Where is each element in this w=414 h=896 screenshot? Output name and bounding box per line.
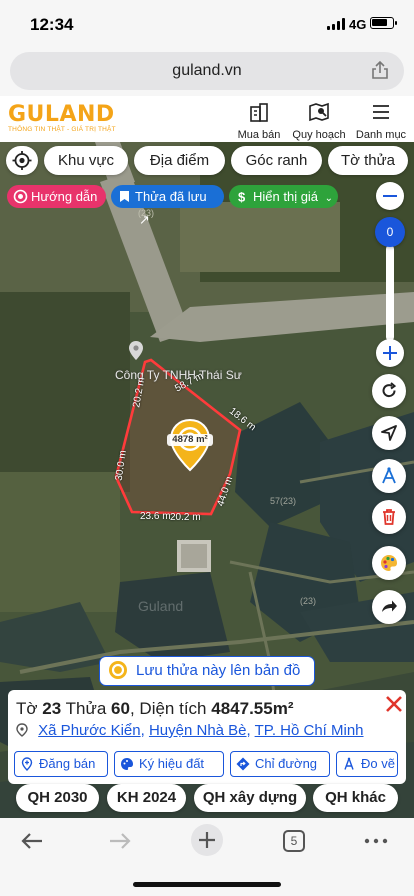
filter-dia-diem[interactable]: Địa điểm xyxy=(134,146,225,175)
filter-goc-ranh[interactable]: Góc ranh xyxy=(231,146,322,175)
tabs-count-button[interactable]: 5 xyxy=(283,830,305,852)
map-search-icon xyxy=(309,102,329,122)
land-symbol-label: Ký hiệu đất xyxy=(139,756,205,771)
bookmark-map-icon xyxy=(120,191,129,202)
new-tab-button[interactable] xyxy=(191,824,223,856)
address-field[interactable]: guland.vn xyxy=(10,52,404,90)
external-link-icon: ↗ xyxy=(139,212,150,227)
navigation-arrow-icon xyxy=(381,425,397,441)
post-sale-label: Đăng bán xyxy=(39,756,96,771)
measure-button[interactable]: Đo vẽ xyxy=(336,751,398,777)
directions-label: Chỉ đường xyxy=(255,756,318,771)
add-location-icon xyxy=(21,757,33,771)
app-header: GULAND THÔNG TIN THẬT - GIÁ TRỊ THẬT Mua… xyxy=(0,96,414,142)
measure-tool-button[interactable] xyxy=(372,459,406,493)
svg-text:$: $ xyxy=(238,190,246,205)
tab-qh-2030[interactable]: QH 2030 xyxy=(16,784,99,812)
share-icon[interactable] xyxy=(370,60,390,80)
tab-qh-khac[interactable]: QH khác xyxy=(313,784,398,812)
nav-label: Danh mục xyxy=(355,129,407,141)
menu-icon xyxy=(373,105,389,119)
parcel-address: Xã Phước Kiển, Huyện Nhà Bè, TP. Hồ Chí … xyxy=(16,722,364,739)
zoom-in-button[interactable] xyxy=(376,339,404,367)
status-bar: 12:34 4G xyxy=(0,0,414,48)
company-label: Công Ty TNHH Thái Sư xyxy=(115,368,242,382)
show-price-dropdown[interactable]: $ Hiển thị giá ⌄ xyxy=(229,185,338,208)
refresh-icon xyxy=(382,382,397,398)
tab-qh-xay-dung[interactable]: QH xây dựng xyxy=(194,784,306,812)
gps-target-icon xyxy=(12,151,32,170)
map-watermark: Guland xyxy=(138,598,184,614)
browser-url-bar: guland.vn xyxy=(0,48,414,96)
share-map-button[interactable] xyxy=(372,590,406,624)
measure-icon xyxy=(344,757,354,770)
forward-arrow-icon[interactable] xyxy=(104,830,134,852)
close-icon[interactable] xyxy=(384,694,404,714)
directions-button[interactable]: Chỉ đường xyxy=(230,751,330,777)
filter-to-thua[interactable]: Tờ thửa xyxy=(328,146,408,175)
area-badge-text: 4878 m² xyxy=(167,434,213,446)
locate-button[interactable] xyxy=(6,146,38,175)
faint-plot-label: 57(23) xyxy=(270,496,297,506)
guide-label: Hướng dẫn xyxy=(31,189,98,204)
plus-icon xyxy=(199,832,215,848)
map-pin-icon xyxy=(16,723,28,737)
edge-label: 20.2 m xyxy=(170,512,201,523)
save-plot-label: Lưu thửa này lên bản đồ xyxy=(136,662,301,679)
compass-draw-icon xyxy=(382,467,396,484)
layer-style-button[interactable] xyxy=(372,546,406,580)
guide-button[interactable]: Hướng dẫn xyxy=(7,185,106,208)
nav-danh-muc[interactable]: Danh mục xyxy=(351,102,411,141)
signal-icon xyxy=(327,18,345,30)
nav-label: Quy hoạch xyxy=(292,129,346,141)
tab-kh-2024[interactable]: KH 2024 xyxy=(107,784,186,812)
edge-label: 23.6 m xyxy=(140,511,171,522)
zoom-level-knob[interactable]: 0 xyxy=(375,217,405,247)
show-price-label: Hiển thị giá xyxy=(253,189,319,204)
network-type: 4G xyxy=(349,17,367,32)
zoom-out-button[interactable] xyxy=(376,182,404,210)
battery-icon xyxy=(370,17,397,29)
share-arrow-icon xyxy=(382,600,397,612)
back-arrow-icon[interactable] xyxy=(18,830,48,852)
logo-tagline: THÔNG TIN THẬT - GIÁ TRỊ THẬT xyxy=(8,126,116,133)
chevron-down-icon: ⌄ xyxy=(324,193,334,204)
status-time: 12:34 xyxy=(30,15,74,34)
nav-quy-hoach[interactable]: Quy hoạch xyxy=(289,102,349,141)
palette-icon xyxy=(381,555,397,571)
guland-logo[interactable]: GULAND THÔNG TIN THẬT - GIÁ TRỊ THẬT xyxy=(8,102,116,133)
parcel-info-card: Tờ 23 Thửa 60, Diện tích 4847.55m² Xã Ph… xyxy=(8,690,406,784)
building-icon xyxy=(250,103,268,122)
my-location-button[interactable] xyxy=(372,416,406,450)
delete-button[interactable] xyxy=(372,500,406,534)
nav-mua-ban[interactable]: Mua bán xyxy=(229,102,289,141)
url-text[interactable]: guland.vn xyxy=(10,62,404,80)
directions-icon xyxy=(236,757,250,771)
dollar-icon: $ xyxy=(238,190,246,205)
more-options-icon[interactable] xyxy=(361,830,391,852)
trash-icon xyxy=(383,509,395,525)
home-indicator xyxy=(133,882,281,887)
city-link[interactable]: TP. Hồ Chí Minh xyxy=(255,722,364,739)
filter-khu-vuc[interactable]: Khu vực xyxy=(44,146,128,175)
parcel-area-marker[interactable]: 4878 m² xyxy=(167,418,213,472)
refresh-button[interactable] xyxy=(372,374,406,408)
guland-badge-icon xyxy=(109,661,127,679)
faint-plot-label: (23) xyxy=(300,596,317,606)
save-plot-to-map-button[interactable]: Lưu thửa này lên bản đồ xyxy=(99,656,315,686)
zoom-slider-track[interactable] xyxy=(386,245,394,341)
commune-link[interactable]: Xã Phước Kiển xyxy=(38,722,140,739)
measure-label: Đo vẽ xyxy=(361,756,395,771)
target-icon xyxy=(13,189,28,204)
palette-icon xyxy=(121,758,133,770)
logo-text: GULAND xyxy=(8,102,115,127)
nav-label: Mua bán xyxy=(237,129,281,141)
land-symbol-button[interactable]: Ký hiệu đất xyxy=(114,751,224,777)
district-link[interactable]: Huyện Nhà Bè xyxy=(149,722,247,739)
saved-plots-label: Thửa đã lưu xyxy=(135,189,207,204)
saved-plots-button[interactable]: Thửa đã lưu ↗ xyxy=(111,185,224,227)
post-sale-button[interactable]: Đăng bán xyxy=(14,751,108,777)
parcel-title: Tờ 23 Thửa 60, Diện tích 4847.55m² xyxy=(16,699,294,718)
